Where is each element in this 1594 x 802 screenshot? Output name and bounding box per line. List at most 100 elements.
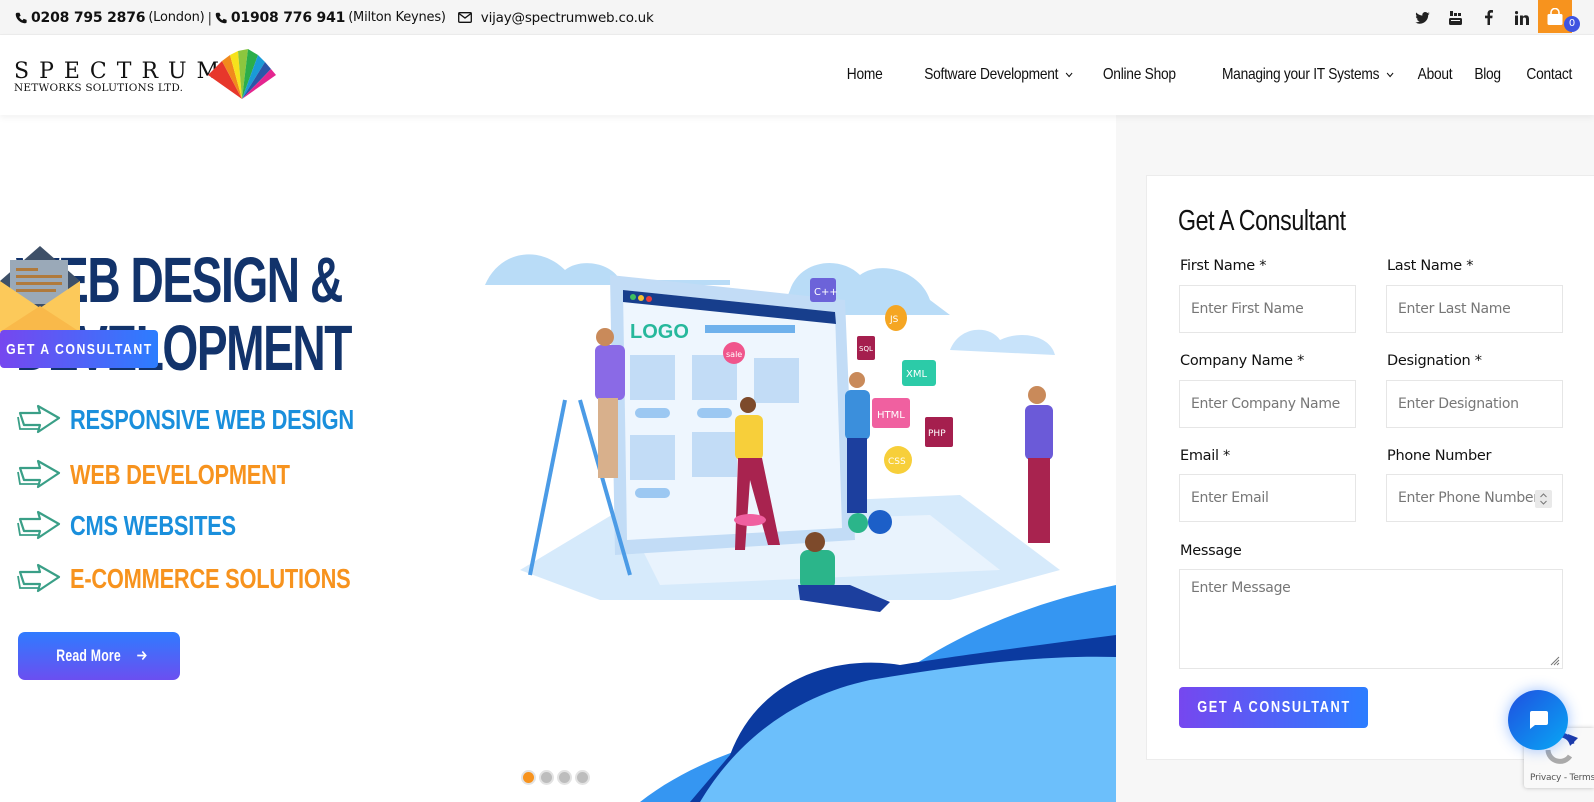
arrow-icon [17,510,61,540]
designation-label: Designation * [1387,353,1482,369]
svg-text:JS: JS [889,315,899,325]
feature-item: RESPONSIVE WEB DESIGN [17,403,434,437]
message-placeholder: Enter Message [1191,580,1291,596]
social-links [1406,0,1538,35]
contact-info: 0208 795 2876 (London) | 01908 776 941 (… [15,0,654,35]
company-name-input[interactable]: Enter Company Name [1179,380,1356,428]
mail-icon [457,12,472,23]
arrow-right-icon [137,650,147,661]
submit-label: GET A CONSULTANT [1196,698,1351,716]
phone-milton-keynes-location: (Milton Keynes) [348,10,446,25]
illustration-logo-text: LOGO [630,321,689,343]
svg-text:C++: C++ [814,287,838,298]
slider-pagination [523,772,588,783]
recaptcha-privacy-terms[interactable]: Privacy - Terms [1530,773,1594,783]
feature-label: E-COMMERCE SOLUTIONS [70,563,351,594]
feature-label: CMS WEBSITES [70,510,236,541]
email-input[interactable]: Enter Email [1179,474,1356,522]
nav-managing-it-systems-label: Managing your IT Systems [1221,66,1380,83]
last-name-input[interactable]: Enter Last Name [1386,285,1563,333]
nav-home-label: Home [846,66,883,83]
nav-blog[interactable]: Blog [1474,66,1501,84]
feature-label: RESPONSIVE WEB DESIGN [70,404,354,435]
svg-text:sale: sale [726,350,742,359]
linkedin-icon[interactable] [1505,0,1538,35]
feature-item: CMS WEBSITES [17,509,283,543]
message-textarea[interactable]: Enter Message [1179,569,1563,669]
slider-dot-2[interactable] [541,772,552,783]
hero-slider: WEB DESIGN & DEVELOPMENT RESPONSIVE WEB … [0,115,1116,802]
arrow-icon [17,563,61,593]
floating-get-consultant-label: GET A CONSULTANT [5,340,153,358]
decorative-waves [640,585,1116,802]
nav-software-development-label: Software Development [924,66,1059,83]
spectrum-diamond-icon [208,49,276,99]
nav-about[interactable]: About [1417,66,1452,84]
chevron-down-icon [1386,72,1394,78]
nav-about-label: About [1417,66,1453,83]
slider-dot-1[interactable] [523,772,534,783]
feature-item: WEB DEVELOPMENT [17,458,352,492]
message-label: Message [1180,543,1242,559]
svg-text:PHP: PHP [928,429,946,439]
phone-number-placeholder: Enter Phone Number [1398,490,1539,506]
floating-get-consultant-button[interactable]: GET A CONSULTANT [0,330,158,368]
first-name-label: First Name * [1180,258,1267,274]
first-name-input[interactable]: Enter First Name [1179,285,1356,333]
phone-number-input[interactable]: Enter Phone Number [1386,474,1563,522]
cart-count-badge: 0 [1564,16,1580,32]
slider-dot-4[interactable] [577,772,588,783]
nav-online-shop-label: Online Shop [1103,66,1176,83]
feature-label: WEB DEVELOPMENT [70,459,290,490]
company-logo[interactable]: SPECTRUM NETWORKS SOLUTIONS LTD. [14,49,276,101]
youtube-icon[interactable] [1439,0,1472,35]
phone-london[interactable]: 0208 795 2876 [31,10,146,26]
chat-widget-button[interactable] [1508,690,1568,750]
feature-item: E-COMMERCE SOLUTIONS [17,562,430,596]
phone-icon [215,12,227,23]
chat-bubble-icon [1530,711,1548,729]
nav-blog-label: Blog [1474,66,1501,83]
svg-text:SQL: SQL [859,345,873,353]
arrow-icon [17,404,61,434]
cart-button[interactable]: 0 [1538,0,1580,33]
separator: | [207,9,213,26]
nav-managing-it-systems[interactable]: Managing your IT Systems [1222,66,1394,84]
nav-contact[interactable]: Contact [1526,66,1572,84]
chevron-down-icon [1065,72,1073,78]
shopping-bag-icon [1547,7,1563,25]
number-spinner[interactable] [1535,490,1552,508]
nav-online-shop[interactable]: Online Shop [1103,66,1176,84]
svg-text:CSS: CSS [888,457,906,467]
site-header: SPECTRUM NETWORKS SOLUTIONS LTD. Home So… [0,35,1594,115]
phone-london-location: (London) [148,10,205,25]
resize-grip-icon[interactable] [1548,654,1560,666]
envelope-icon[interactable] [0,246,80,332]
top-bar: 0208 795 2876 (London) | 01908 776 941 (… [0,0,1594,35]
nav-home[interactable]: Home [847,66,883,84]
svg-text:HTML: HTML [877,410,905,421]
svg-text:XML: XML [906,369,927,380]
email-label: Email * [1180,448,1230,464]
nav-contact-label: Contact [1526,66,1572,83]
arrow-icon [17,459,61,489]
nav-software-development[interactable]: Software Development [925,66,1074,84]
main-nav: Home Software Development Online Shop Ma… [823,35,1573,115]
logo-text-sub: NETWORKS SOLUTIONS LTD. [14,82,184,94]
web-development-illustration: LOGO sale C++ JS SQL XML HTML PHP CSS [485,254,1060,612]
twitter-icon[interactable] [1406,0,1439,35]
get-consultant-submit-button[interactable]: GET A CONSULTANT [1179,687,1368,728]
company-name-label: Company Name * [1180,353,1305,369]
read-more-label: Read More [56,646,122,665]
phone-icon [15,12,27,23]
slider-dot-3[interactable] [559,772,570,783]
last-name-label: Last Name * [1387,258,1474,274]
form-title: Get A Consultant [1178,205,1346,237]
email-link[interactable]: vijay@spectrumweb.co.uk [481,10,654,26]
logo-text-main: SPECTRUM [14,59,230,84]
phone-milton-keynes[interactable]: 01908 776 941 [231,10,346,26]
designation-input[interactable]: Enter Designation [1386,380,1563,428]
phone-number-label: Phone Number [1387,448,1492,464]
read-more-button[interactable]: Read More [18,632,180,680]
facebook-icon[interactable] [1472,0,1505,35]
